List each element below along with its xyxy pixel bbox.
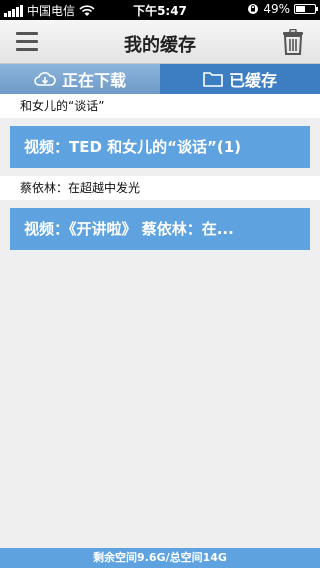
tab-downloading-label: 正在下载 (61, 71, 126, 90)
group-label: 蔡依林：在超越中发光 (0, 176, 320, 200)
group-label: 和女儿的“谈话” (0, 94, 320, 118)
video-item[interactable]: 视频：TED 和女儿的“谈话”(1) (10, 126, 310, 168)
tab-cached[interactable]: 已缓存 (160, 64, 320, 94)
folder-icon (203, 72, 223, 87)
cache-list: 和女儿的“谈话” 视频：TED 和女儿的“谈话”(1) 蔡依林：在超越中发光 视… (0, 94, 320, 258)
list-item: 视频：TED 和女儿的“谈话”(1) (0, 118, 320, 176)
video-item[interactable]: 视频：《开讲啦》 蔡依林：在... (10, 208, 310, 250)
battery-icon (294, 4, 318, 14)
nav-bar: 我的缓存 (0, 20, 320, 64)
tab-cached-label: 已缓存 (228, 71, 277, 90)
battery-percent: 49% (263, 2, 290, 16)
tab-downloading[interactable]: 正在下载 (0, 64, 160, 94)
orientation-lock-icon (248, 4, 259, 14)
cloud-download-icon (34, 72, 56, 86)
trash-icon (283, 28, 303, 55)
tab-bar: 正在下载 已缓存 (0, 64, 320, 94)
storage-info: 剩余空间9.6G/总空间14G (0, 548, 320, 568)
delete-button[interactable] (282, 28, 304, 55)
battery-fill (296, 6, 305, 12)
status-right: 49% (247, 2, 318, 16)
list-item: 视频：《开讲啦》 蔡依林：在... (0, 200, 320, 258)
status-bar: 中国电信 下午5:47 49% (0, 0, 320, 20)
page-title: 我的缓存 (124, 35, 196, 56)
